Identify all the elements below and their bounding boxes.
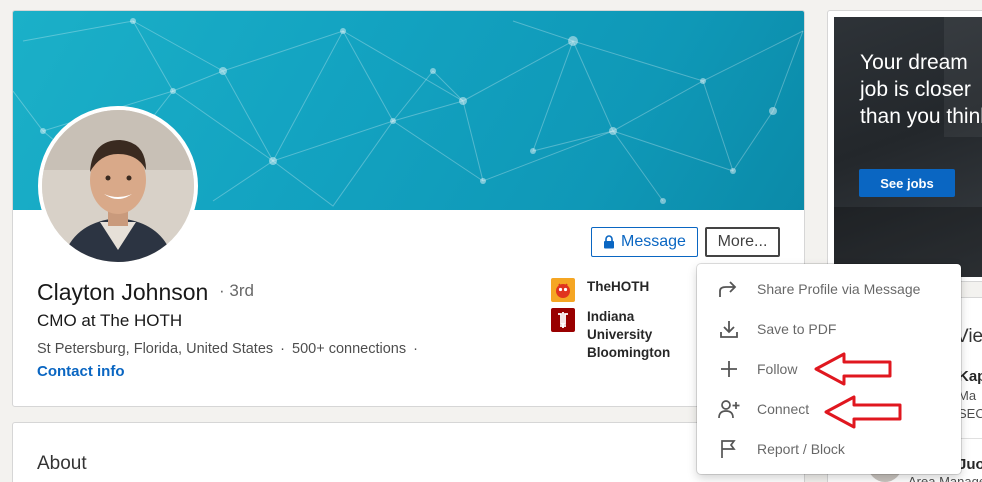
ad-card[interactable]: Your dream job is closer than you think …	[827, 10, 982, 282]
profile-meta: St Petersburg, Florida, United States · 50…	[37, 341, 425, 357]
school-name: Indiana University Bloomington	[587, 309, 671, 360]
connections-count[interactable]: 500+ connections	[292, 341, 406, 357]
annotation-arrow-follow-icon	[814, 352, 892, 386]
connection-degree: · 3rd	[219, 281, 254, 300]
lock-icon	[604, 235, 615, 249]
message-button[interactable]: Message	[591, 227, 698, 257]
flag-icon	[717, 437, 741, 461]
company-name: TheHOTH	[587, 279, 650, 294]
more-button[interactable]: More...	[705, 227, 780, 257]
ad-headline: Your dream job is closer than you think	[860, 51, 982, 128]
profile-photo[interactable]	[38, 106, 198, 266]
dropdown-item-save-pdf[interactable]: Save to PDF	[697, 309, 961, 349]
dropdown-item-report-block[interactable]: Report / Block	[697, 429, 961, 469]
contact-info-link[interactable]: Contact info	[37, 363, 125, 380]
message-button-label: Message	[621, 233, 686, 250]
dropdown-item-label: Share Profile via Message	[757, 281, 921, 297]
iu-logo-icon	[551, 308, 575, 332]
dropdown-item-label: Follow	[757, 361, 798, 377]
plus-icon	[717, 357, 741, 381]
annotation-arrow-connect-icon	[824, 395, 902, 429]
current-company[interactable]: TheHOTH	[551, 278, 697, 302]
person-title: Area Manager	[908, 474, 982, 482]
person-name[interactable]: Juo	[958, 456, 982, 473]
profile-card: Clayton Johnson · 3rd CMO at The HOTH St…	[12, 10, 805, 407]
profile-location: St Petersburg, Florida, United States	[37, 341, 274, 357]
profile-headline: CMO at The HOTH	[37, 311, 183, 330]
separator-dot: ·	[413, 341, 418, 357]
person-name[interactable]: Kap	[958, 368, 982, 385]
dropdown-item-share-profile[interactable]: Share Profile via Message	[697, 269, 961, 309]
divider	[958, 438, 982, 439]
person-title: SEC	[958, 406, 982, 421]
share-arrow-icon	[717, 277, 741, 301]
education[interactable]: Indiana University Bloomington	[551, 308, 697, 362]
about-title: About	[37, 453, 87, 474]
see-jobs-button[interactable]: See jobs	[859, 169, 955, 197]
dropdown-item-label: Report / Block	[757, 441, 845, 457]
profile-name: Clayton Johnson	[37, 279, 209, 305]
hoth-logo-icon	[551, 278, 575, 302]
about-card: About	[12, 422, 805, 482]
dropdown-item-label: Connect	[757, 401, 810, 417]
dropdown-item-label: Save to PDF	[757, 321, 837, 337]
separator-dot: ·	[280, 341, 285, 357]
add-person-icon	[717, 397, 741, 421]
download-icon	[717, 317, 741, 341]
person-photo-icon	[42, 110, 194, 262]
